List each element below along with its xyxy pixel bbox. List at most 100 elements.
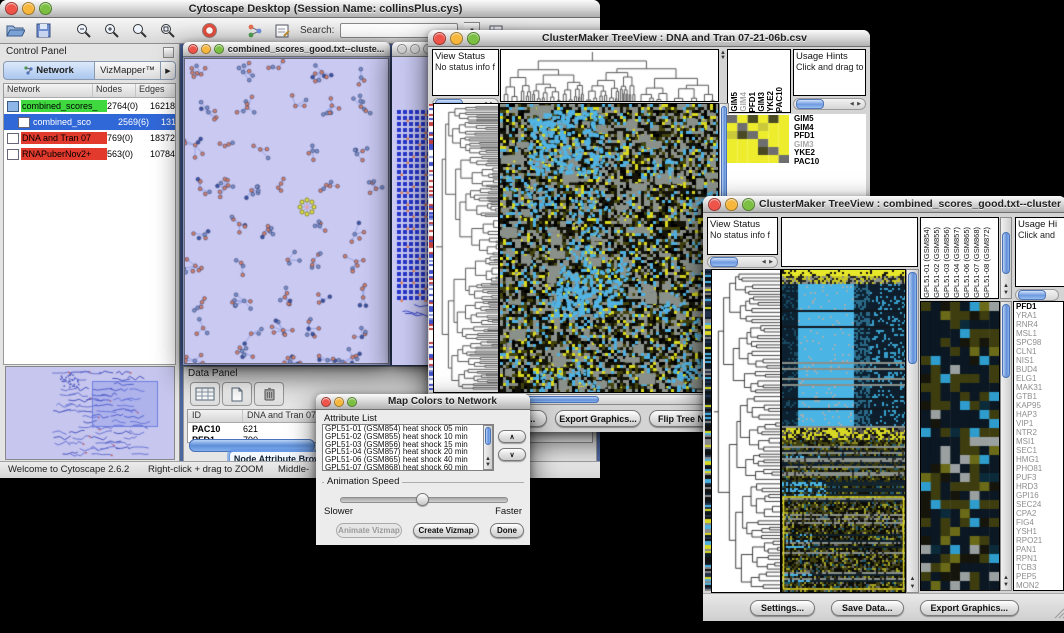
- attribute-list-scrollbar[interactable]: ▲ ▼: [483, 425, 493, 470]
- tab-overflow-button[interactable]: ▶: [161, 61, 176, 80]
- zoom-window-icon[interactable]: [214, 44, 224, 54]
- zoom-window-icon[interactable]: [39, 2, 52, 15]
- zoom-window-icon[interactable]: [467, 32, 480, 45]
- zoom-out-icon[interactable]: [72, 21, 94, 41]
- scroll-arrows-icon[interactable]: ◀ ▶: [850, 101, 865, 107]
- gene-label[interactable]: RNR4: [1016, 320, 1063, 329]
- gene-label[interactable]: CPA2: [1016, 509, 1063, 518]
- close-icon[interactable]: [5, 2, 18, 15]
- heatmap-hscrollbar[interactable]: [500, 394, 718, 405]
- gene-label[interactable]: SPC98: [1016, 338, 1063, 347]
- zoom-heatmap-vscrollbar[interactable]: ▲ ▼: [1000, 301, 1012, 591]
- gene-label[interactable]: RPO21: [1016, 536, 1063, 545]
- gene-label[interactable]: VIP1: [1016, 419, 1063, 428]
- minimize-icon[interactable]: [22, 2, 35, 15]
- data-panel-table-button[interactable]: [190, 382, 220, 406]
- mini-scroll-arrows-icon[interactable]: ▲▼: [720, 51, 726, 61]
- gene-label[interactable]: CLN1: [1016, 347, 1063, 356]
- attribute-list-item[interactable]: GPL51-07 (GSM868) heat shock 60 min: [323, 464, 493, 471]
- gene-label[interactable]: SEC24: [1016, 500, 1063, 509]
- scroll-up-icon[interactable]: ▲: [1001, 575, 1011, 581]
- network-table-row[interactable]: combined_sco 2569(6) 13112(15): [4, 114, 175, 130]
- gene-label[interactable]: GTB1: [1016, 392, 1063, 401]
- close-icon[interactable]: [188, 44, 198, 54]
- gene-label[interactable]: PUF3: [1016, 473, 1063, 482]
- gene-label[interactable]: HAP3: [1016, 410, 1063, 419]
- usage-hints-scrollbar[interactable]: [1015, 289, 1059, 301]
- gene-label[interactable]: MSI1: [1016, 437, 1063, 446]
- network-table-row[interactable]: RNAPuberNov2+ 563(0) 107847(0): [4, 146, 175, 162]
- minimize-icon[interactable]: [725, 198, 738, 211]
- tv2-zoom-heatmap-canvas[interactable]: [921, 302, 999, 590]
- main-titlebar[interactable]: Cytoscape Desktop (Session Name: collins…: [0, 0, 600, 18]
- zoom-window-icon[interactable]: [742, 198, 755, 211]
- close-icon[interactable]: [433, 32, 446, 45]
- network-table-row[interactable]: combined_scores_ 2764(0) 16218(0): [4, 98, 175, 114]
- minimize-icon[interactable]: [410, 44, 420, 54]
- create-vizmap-button[interactable]: Create Vizmap: [413, 523, 479, 538]
- gene-label[interactable]: YRA1: [1016, 311, 1063, 320]
- col-id[interactable]: ID: [188, 410, 243, 422]
- gene-label[interactable]: MSL1: [1016, 329, 1063, 338]
- gene-label[interactable]: TCB3: [1016, 563, 1063, 572]
- gene-label[interactable]: RPN1: [1016, 554, 1063, 563]
- tv1-heatmap-canvas[interactable]: [500, 104, 718, 392]
- scroll-up-icon[interactable]: ▲: [907, 576, 918, 582]
- usage-hints-scrollbar[interactable]: ◀ ▶: [793, 98, 866, 110]
- move-down-button[interactable]: ∨: [498, 448, 526, 461]
- gene-label[interactable]: PEP5: [1016, 572, 1063, 581]
- birdseye-canvas[interactable]: [6, 367, 172, 457]
- close-icon[interactable]: [708, 198, 721, 211]
- tv1-row-dendrogram-canvas[interactable]: [434, 104, 498, 392]
- treeview1-titlebar[interactable]: ClusterMaker TreeView : DNA and Tran 07-…: [428, 30, 870, 47]
- treeview2-titlebar[interactable]: ClusterMaker TreeView : combined_scores_…: [703, 196, 1064, 213]
- col-edges[interactable]: Edges: [136, 84, 175, 97]
- gene-label[interactable]: HRD3: [1016, 482, 1063, 491]
- treeview2-button[interactable]: Export Graphics...: [920, 600, 1020, 616]
- gene-label[interactable]: PFD1: [1016, 302, 1063, 311]
- network-view-titlebar[interactable]: combined_scores_good.txt--cluste...: [183, 42, 390, 57]
- column-dendrogram-panel[interactable]: [781, 217, 918, 267]
- close-icon[interactable]: [321, 397, 331, 407]
- annotation-icon[interactable]: [272, 21, 294, 41]
- minimize-icon[interactable]: [201, 44, 211, 54]
- resize-grip-icon[interactable]: [1053, 607, 1064, 619]
- gene-label[interactable]: ELG1: [1016, 374, 1063, 383]
- zoom-fit-icon[interactable]: [128, 21, 150, 41]
- zoom-window-icon[interactable]: [347, 397, 357, 407]
- treeview2-button[interactable]: Save Data...: [831, 600, 904, 616]
- zoom-in-icon[interactable]: [100, 21, 122, 41]
- open-file-icon[interactable]: [4, 21, 26, 41]
- global-heatmap-vscrollbar[interactable]: ▲ ▼: [906, 269, 919, 593]
- gene-label[interactable]: MON2: [1016, 581, 1063, 590]
- move-up-button[interactable]: ∧: [498, 430, 526, 443]
- scroll-down-icon[interactable]: ▼: [1001, 290, 1011, 296]
- zoom-selected-icon[interactable]: [156, 21, 178, 41]
- data-panel-delete-button[interactable]: [254, 382, 284, 406]
- tv1-column-dendrogram-canvas[interactable]: [501, 50, 718, 101]
- tv2-row-dendrogram-canvas[interactable]: [712, 270, 780, 592]
- save-icon[interactable]: [32, 21, 54, 41]
- column-labels-scrollbar[interactable]: ▲ ▼: [1000, 217, 1012, 299]
- gene-label[interactable]: HMG1: [1016, 455, 1063, 464]
- data-panel-new-button[interactable]: [222, 382, 252, 406]
- animate-vizmap-button[interactable]: Animate Vizmap: [336, 523, 402, 538]
- minimize-icon[interactable]: [334, 397, 344, 407]
- col-network[interactable]: Network: [4, 84, 93, 97]
- network-table-row[interactable]: DNA and Tran 07 769(0) 183728(0): [4, 130, 175, 146]
- slider-thumb[interactable]: [416, 493, 429, 506]
- done-button[interactable]: Done: [490, 523, 524, 538]
- gene-label[interactable]: PAN1: [1016, 545, 1063, 554]
- summary-heatmap[interactable]: [727, 115, 789, 163]
- view-status-scrollbar[interactable]: ◀ ▶: [707, 256, 778, 268]
- gene-label[interactable]: MAK31: [1016, 383, 1063, 392]
- float-panel-icon[interactable]: [163, 47, 174, 58]
- help-lifesaver-icon[interactable]: [198, 21, 220, 41]
- scroll-down-icon[interactable]: ▼: [907, 584, 918, 590]
- gene-label[interactable]: PHO81: [1016, 464, 1063, 473]
- gene-label[interactable]: SEC1: [1016, 446, 1063, 455]
- export-graphics-button[interactable]: Export Graphics...: [555, 410, 641, 427]
- vizmap-nodes-icon[interactable]: [244, 21, 266, 41]
- tab-vizmapper[interactable]: VizMapper™: [95, 61, 161, 80]
- scroll-arrows-icon[interactable]: ◀ ▶: [762, 259, 777, 265]
